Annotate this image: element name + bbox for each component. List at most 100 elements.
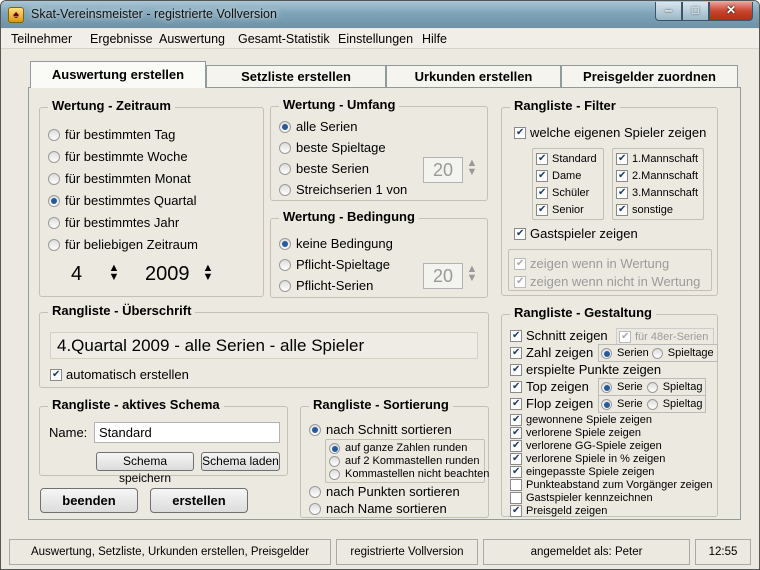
check-mannschaft-1[interactable]: 1.Mannschaft	[616, 153, 698, 165]
radio-monat[interactable]: für bestimmten Monat	[48, 171, 191, 186]
radio-pflicht-spieltage[interactable]: Pflicht-Spieltage	[279, 257, 390, 272]
group-title: Wertung - Bedingung	[279, 209, 419, 224]
status-license: registrierte Vollversion	[336, 539, 478, 565]
menu-teilnehmer[interactable]: Teilnehmer	[11, 32, 72, 46]
radio-streichserien[interactable]: Streichserien 1 von	[279, 182, 407, 197]
check-punkteabstand[interactable]: Punkteabstand zum Vorgänger zeigen	[510, 479, 713, 491]
group-schema: Rangliste - aktives Schema Name: Standar…	[39, 397, 288, 485]
tab-panel: Wertung - Zeitraum für bestimmten Tag fü…	[28, 87, 741, 520]
radio-top-serie[interactable]	[601, 381, 612, 393]
title-bar[interactable]: ♠ Skat-Vereinsmeister - registrierte Vol…	[1, 1, 759, 28]
radio-beste-spieltage[interactable]: beste Spieltage	[279, 140, 386, 155]
spade-icon[interactable]: ♠	[8, 7, 24, 23]
filter-right-box: 1.Mannschaft 2.Mannschaft 3.Mannschaft s…	[612, 148, 704, 220]
umfang-value-field[interactable]: 20	[423, 157, 463, 183]
check-verlorene-gg-spiele[interactable]: verlorene GG-Spiele zeigen	[510, 440, 662, 452]
top-mode-box: Serie Spieltag	[598, 378, 707, 396]
menu-einstellungen[interactable]: Einstellungen	[338, 32, 413, 46]
menu-bar: Teilnehmer Ergebnisse Auswertung Gesamt-…	[1, 29, 759, 49]
year-spin[interactable]: ▲ ▼	[201, 263, 215, 283]
schema-load-button[interactable]: Schema laden	[201, 452, 280, 471]
menu-gesamt-statistik[interactable]: Gesamt-Statistik	[238, 32, 330, 46]
check-mannschaft-2[interactable]: 2.Mannschaft	[616, 170, 698, 182]
schema-save-button[interactable]: Schema speichern	[96, 452, 194, 485]
schema-name-label: Name:	[49, 425, 88, 440]
radio-nach-punkten[interactable]: nach Punkten sortieren	[309, 484, 460, 499]
group-title: Rangliste - aktives Schema	[48, 397, 224, 412]
radio-nach-schnitt[interactable]: nach Schnitt sortieren	[309, 422, 452, 437]
menu-auswertung[interactable]: Auswertung	[159, 32, 225, 46]
check-dame[interactable]: Dame	[536, 170, 581, 182]
check-flop[interactable]: Flop zeigen	[510, 396, 593, 411]
radio-tag[interactable]: für bestimmten Tag	[48, 127, 175, 142]
check-automatisch[interactable]: automatisch erstellen	[50, 367, 189, 382]
radio-keine-bedingung[interactable]: keine Bedingung	[279, 236, 393, 251]
menu-hilfe[interactable]: Hilfe	[422, 32, 447, 46]
check-nicht-in-wertung[interactable]: zeigen wenn nicht in Wertung	[514, 274, 700, 289]
radio-alle-serien[interactable]: alle Serien	[279, 119, 357, 134]
group-title: Wertung - Zeitraum	[48, 98, 175, 113]
schema-name-input[interactable]: Standard	[94, 422, 280, 443]
radio-flop-spieltag[interactable]	[646, 398, 658, 410]
radio-2-kommastellen[interactable]: auf 2 Kommastellen runden	[329, 455, 480, 467]
tab-auswertung-erstellen[interactable]: Auswertung erstellen	[30, 61, 206, 88]
tab-preisgelder-zuordnen[interactable]: Preisgelder zuordnen	[561, 65, 738, 87]
year-field[interactable]: 2009	[144, 261, 202, 287]
status-bar: Auswertung, Setzliste, Urkunden erstelle…	[1, 536, 759, 569]
radio-kommastellen-ignorieren[interactable]: Kommastellen nicht beachten	[329, 468, 489, 480]
radio-zeitraum[interactable]: für beliebigen Zeitraum	[48, 237, 198, 252]
tab-urkunden-erstellen[interactable]: Urkunden erstellen	[386, 65, 561, 87]
status-clock: 12:55	[695, 539, 751, 565]
check-eigene-spieler[interactable]: welche eigenen Spieler zeigen	[514, 125, 706, 140]
check-gewonnene-spiele[interactable]: gewonnene Spiele zeigen	[510, 414, 652, 426]
group-bedingung: Wertung - Bedingung keine Bedingung Pfli…	[270, 209, 488, 298]
heading-field[interactable]: 4.Quartal 2009 - alle Serien - alle Spie…	[50, 332, 478, 359]
close-button[interactable]: ✕	[709, 2, 753, 21]
bedingung-spin[interactable]: ▲ ▼	[465, 264, 479, 284]
radio-quartal[interactable]: für bestimmtes Quartal	[48, 193, 197, 208]
check-in-wertung[interactable]: zeigen wenn in Wertung	[514, 256, 669, 271]
check-eingepasste-spiele[interactable]: eingepasste Spiele zeigen	[510, 466, 654, 478]
check-standard[interactable]: Standard	[536, 153, 597, 165]
check-sonstige[interactable]: sonstige	[616, 204, 673, 216]
group-title: Rangliste - Überschrift	[48, 303, 196, 318]
check-schnitt[interactable]: Schnitt zeigen	[510, 328, 608, 343]
quarter-field[interactable]: 4	[70, 261, 108, 287]
group-ueberschrift: Rangliste - Überschrift 4.Quartal 2009 -…	[39, 303, 489, 388]
radio-ganze-zahlen[interactable]: auf ganze Zahlen runden	[329, 442, 467, 454]
check-gastspieler[interactable]: Gastspieler zeigen	[514, 226, 638, 241]
menu-ergebnisse[interactable]: Ergebnisse	[90, 32, 153, 46]
check-verlorene-spiele[interactable]: verlorene Spiele zeigen	[510, 427, 641, 439]
bedingung-value-field[interactable]: 20	[423, 263, 463, 289]
check-preisgeld[interactable]: Preisgeld zeigen	[510, 505, 607, 517]
radio-top-spieltag[interactable]	[646, 381, 658, 393]
group-title: Rangliste - Filter	[510, 98, 620, 113]
check-zahl[interactable]: Zahl zeigen	[510, 345, 593, 360]
tab-setzliste-erstellen[interactable]: Setzliste erstellen	[206, 65, 386, 87]
radio-pflicht-serien[interactable]: Pflicht-Serien	[279, 278, 373, 293]
check-senior[interactable]: Senior	[536, 204, 584, 216]
radio-zahl-serien[interactable]	[601, 347, 612, 359]
check-verlorene-prozent[interactable]: verlorene Spiele in % zeigen	[510, 453, 665, 465]
maximize-button[interactable]: □	[682, 2, 709, 21]
status-hint: Auswertung, Setzliste, Urkunden erstelle…	[9, 539, 331, 565]
radio-jahr[interactable]: für bestimmtes Jahr	[48, 215, 179, 230]
erstellen-button[interactable]: erstellen	[150, 488, 248, 513]
umfang-spin[interactable]: ▲ ▼	[465, 158, 479, 178]
check-schueler[interactable]: Schüler	[536, 187, 589, 199]
quarter-spin[interactable]: ▲ ▼	[107, 263, 121, 283]
check-gastspieler-kennzeichnen[interactable]: Gastspieler kennzeichnen	[510, 492, 653, 504]
check-fuer-48er[interactable]: für 48er-Serien	[616, 328, 715, 345]
check-top[interactable]: Top zeigen	[510, 379, 589, 394]
radio-woche[interactable]: für bestimmte Woche	[48, 149, 188, 164]
check-punkte[interactable]: erspielte Punkte zeigen	[510, 362, 661, 377]
radio-beste-serien[interactable]: beste Serien	[279, 161, 369, 176]
radio-flop-serie[interactable]	[601, 398, 612, 410]
check-mannschaft-3[interactable]: 3.Mannschaft	[616, 187, 698, 199]
radio-zahl-spieltage[interactable]	[651, 347, 663, 359]
main-window: ♠ Skat-Vereinsmeister - registrierte Vol…	[0, 0, 760, 570]
radio-nach-name[interactable]: nach Name sortieren	[309, 501, 447, 516]
minimize-button[interactable]: ‒	[655, 2, 682, 21]
filter-left-box: Standard Dame Schüler Senior	[532, 148, 604, 220]
beenden-button[interactable]: beenden	[40, 488, 138, 513]
